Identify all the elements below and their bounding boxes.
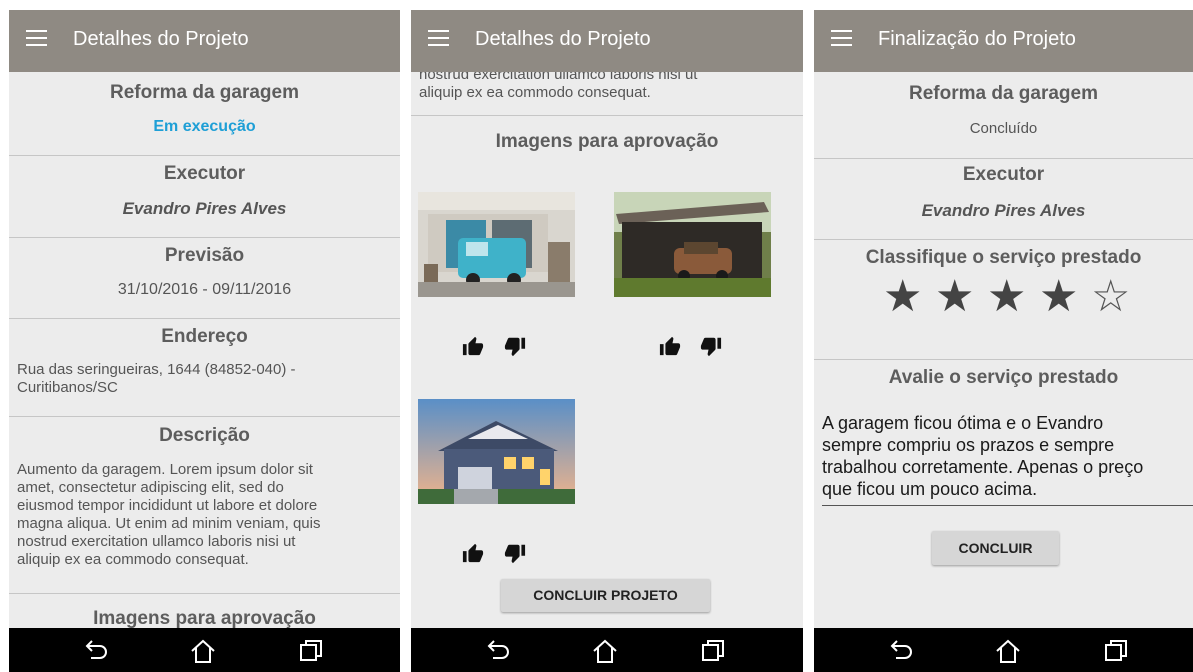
star-filled-icon[interactable]: ★ [987, 275, 1026, 319]
images-heading: Imagens para aprovação [93, 608, 316, 628]
star-empty-icon[interactable]: ☆ [1091, 275, 1130, 319]
divider [814, 158, 1193, 159]
thumbs-down-icon[interactable] [504, 542, 526, 564]
project-title: Reforma da garagem [908, 83, 1098, 104]
address-text: Rua das seringueiras, 1644 (84852-040) -… [17, 361, 390, 397]
review-input-underline [822, 505, 1193, 506]
home-icon[interactable] [994, 638, 1022, 664]
project-title: Reforma da garagem [109, 82, 299, 103]
hamburger-menu-icon[interactable] [831, 30, 852, 50]
description-line: nostrud exercitation ullamco laboris nis… [419, 72, 698, 83]
home-icon[interactable] [189, 638, 217, 664]
recents-icon[interactable] [1103, 638, 1129, 662]
thumbs-down-icon[interactable] [504, 335, 526, 357]
forecast-dates: 31/10/2016 - 09/11/2016 [117, 281, 292, 298]
images-heading: Imagens para aprovação [495, 131, 719, 152]
divider [9, 237, 400, 238]
divider [9, 318, 400, 319]
hamburger-menu-icon[interactable] [26, 30, 47, 50]
star-filled-icon[interactable]: ★ [883, 275, 922, 319]
executor-heading: Executor [962, 164, 1045, 185]
app-bar-title: Detalhes do Projeto [73, 28, 249, 50]
executor-heading: Executor [163, 163, 246, 184]
thumbs-up-icon[interactable] [659, 335, 681, 357]
app-bar-title: Finalização do Projeto [878, 28, 1076, 50]
review-line: que ficou um pouco acima. [822, 479, 1038, 499]
divider [814, 359, 1193, 360]
review-line: sempre compriu os prazos e sempre [822, 435, 1115, 455]
recents-icon[interactable] [298, 638, 324, 662]
completion-content: Reforma da garagem Concluído Executor Ev… [814, 72, 1193, 628]
old-shed-with-car-photo[interactable] [614, 192, 771, 297]
description-tail: nostrud exercitation ullamco laboris nis… [419, 72, 793, 102]
thumbs-down-icon[interactable] [700, 335, 722, 357]
address-line: Rua das seringueiras, 1644 (84852-040) - [17, 361, 296, 378]
conclude-button[interactable]: CONCLUIR [932, 531, 1059, 565]
app-bar: Finalização do Projeto [814, 10, 1193, 72]
system-nav-bar [814, 628, 1193, 672]
system-nav-bar [411, 628, 803, 672]
divider [9, 593, 400, 594]
description-line: eiusmod tempor incididunt ut labore et d… [17, 497, 318, 514]
details-content[interactable]: Reforma da garagem Em execução Executor … [9, 72, 400, 628]
review-heading: Avalie o serviço prestado [888, 367, 1119, 388]
back-icon[interactable] [484, 638, 512, 662]
hamburger-menu-icon[interactable] [428, 30, 449, 50]
divider [411, 115, 803, 116]
screen-images-approval: Detalhes do Projeto nostrud exercitation… [411, 10, 803, 672]
description-heading: Descrição [159, 425, 250, 446]
review-line: A garagem ficou ótima e o Evandro [822, 413, 1104, 433]
app-bar: Detalhes do Projeto [9, 10, 400, 72]
review-line: trabalhou corretamente. Apenas o preço [822, 457, 1144, 477]
executor-name: Evandro Pires Alves [921, 201, 1086, 220]
divider [9, 155, 400, 156]
back-icon[interactable] [887, 638, 915, 662]
home-icon[interactable] [591, 638, 619, 664]
details-content-scrolled[interactable]: nostrud exercitation ullamco laboris nis… [411, 72, 803, 628]
review-input[interactable]: A garagem ficou ótima e o Evandro sempre… [822, 412, 1193, 500]
rating-heading: Classifique o serviço prestado [865, 247, 1142, 268]
thumbs-up-icon[interactable] [462, 335, 484, 357]
status-label: Concluído [969, 120, 1038, 137]
executor-name: Evandro Pires Alves [122, 199, 287, 218]
thumbs-up-icon[interactable] [462, 542, 484, 564]
description-line: aliquip ex ea commodo consequat. [419, 84, 651, 101]
description-line: nostrud exercitation ullamco laboris nis… [17, 533, 296, 550]
house-garage-photo[interactable] [418, 399, 575, 504]
star-filled-icon[interactable]: ★ [1039, 275, 1078, 319]
screen-project-completion: Finalização do Projeto Reforma da garage… [814, 10, 1193, 672]
address-line: Curitibanos/SC [17, 379, 118, 396]
app-bar: Detalhes do Projeto [411, 10, 803, 72]
star-filled-icon[interactable]: ★ [935, 275, 974, 319]
divider [814, 239, 1193, 240]
recents-icon[interactable] [700, 638, 726, 662]
system-nav-bar [9, 628, 400, 672]
garage-with-van-photo[interactable] [418, 192, 575, 297]
conclude-project-button[interactable]: CONCLUIR PROJETO [501, 579, 710, 612]
screen-project-details: Detalhes do Projeto Reforma da garagem E… [9, 10, 400, 672]
address-heading: Endereço [161, 326, 248, 347]
back-icon[interactable] [82, 638, 110, 662]
status-label: Em execução [153, 118, 256, 135]
description-line: aliquip ex ea commodo consequat. [17, 551, 249, 568]
description-line: Aumento da garagem. Lorem ipsum dolor si… [17, 461, 313, 478]
forecast-heading: Previsão [164, 245, 245, 266]
description-line: amet, consectetur adipiscing elit, sed d… [17, 479, 284, 496]
app-bar-title: Detalhes do Projeto [475, 28, 651, 50]
divider [9, 416, 400, 417]
description-text: Aumento da garagem. Lorem ipsum dolor si… [17, 461, 390, 569]
description-line: magna aliqua. Ut enim ad minim veniam, q… [17, 515, 321, 532]
